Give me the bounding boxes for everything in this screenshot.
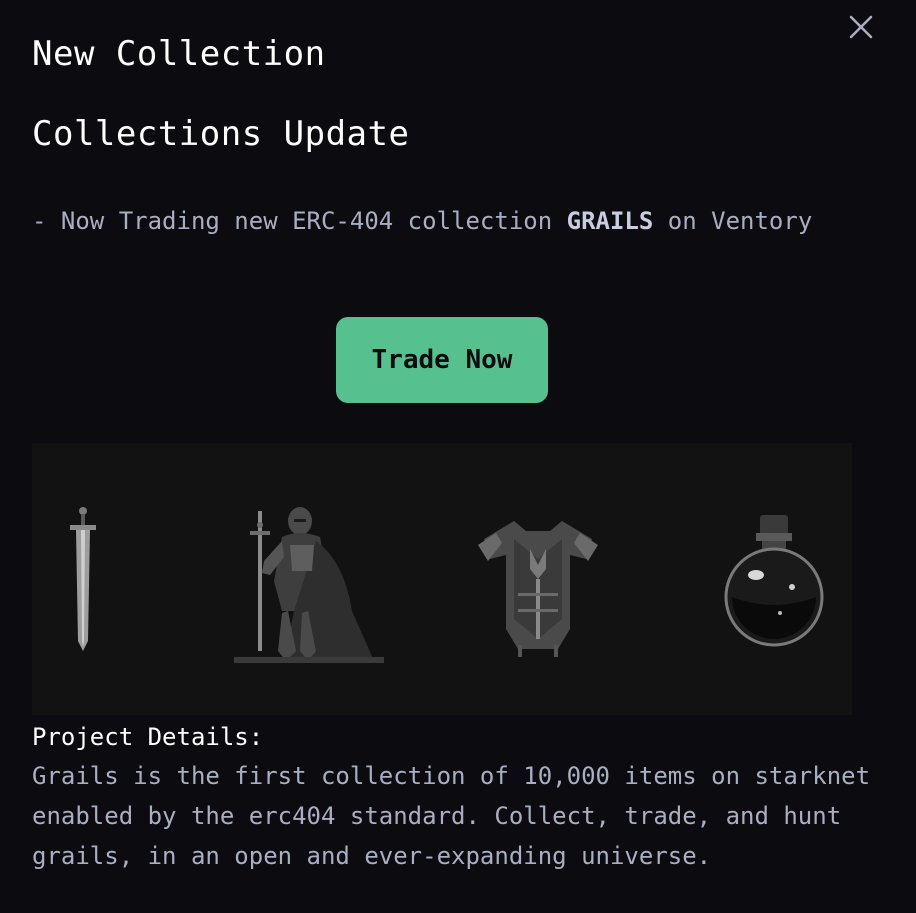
trade-now-button[interactable]: Trade Now [336,317,548,403]
close-button[interactable] [846,12,876,42]
collection-name: GRAILS [566,207,654,235]
announcement-suffix: on Ventory [653,207,813,235]
modal-subtitle: Collections Update [32,114,410,154]
announcement-prefix: - Now Trading new ERC-404 collection [32,207,567,235]
potion-icon [724,515,824,647]
project-details-text: Grails is the first collection of 10,000… [32,762,871,870]
collection-banner [32,443,852,715]
sword-icon [70,507,96,651]
close-icon [849,15,873,39]
knight-icon [234,507,384,663]
armor-icon [478,521,598,657]
announcement-modal: New Collection Collections Update - Now … [0,0,916,913]
modal-title: New Collection [32,34,326,74]
project-details-heading: Project Details: [32,723,264,751]
announcement-text: - Now Trading new ERC-404 collection GRA… [32,201,832,241]
